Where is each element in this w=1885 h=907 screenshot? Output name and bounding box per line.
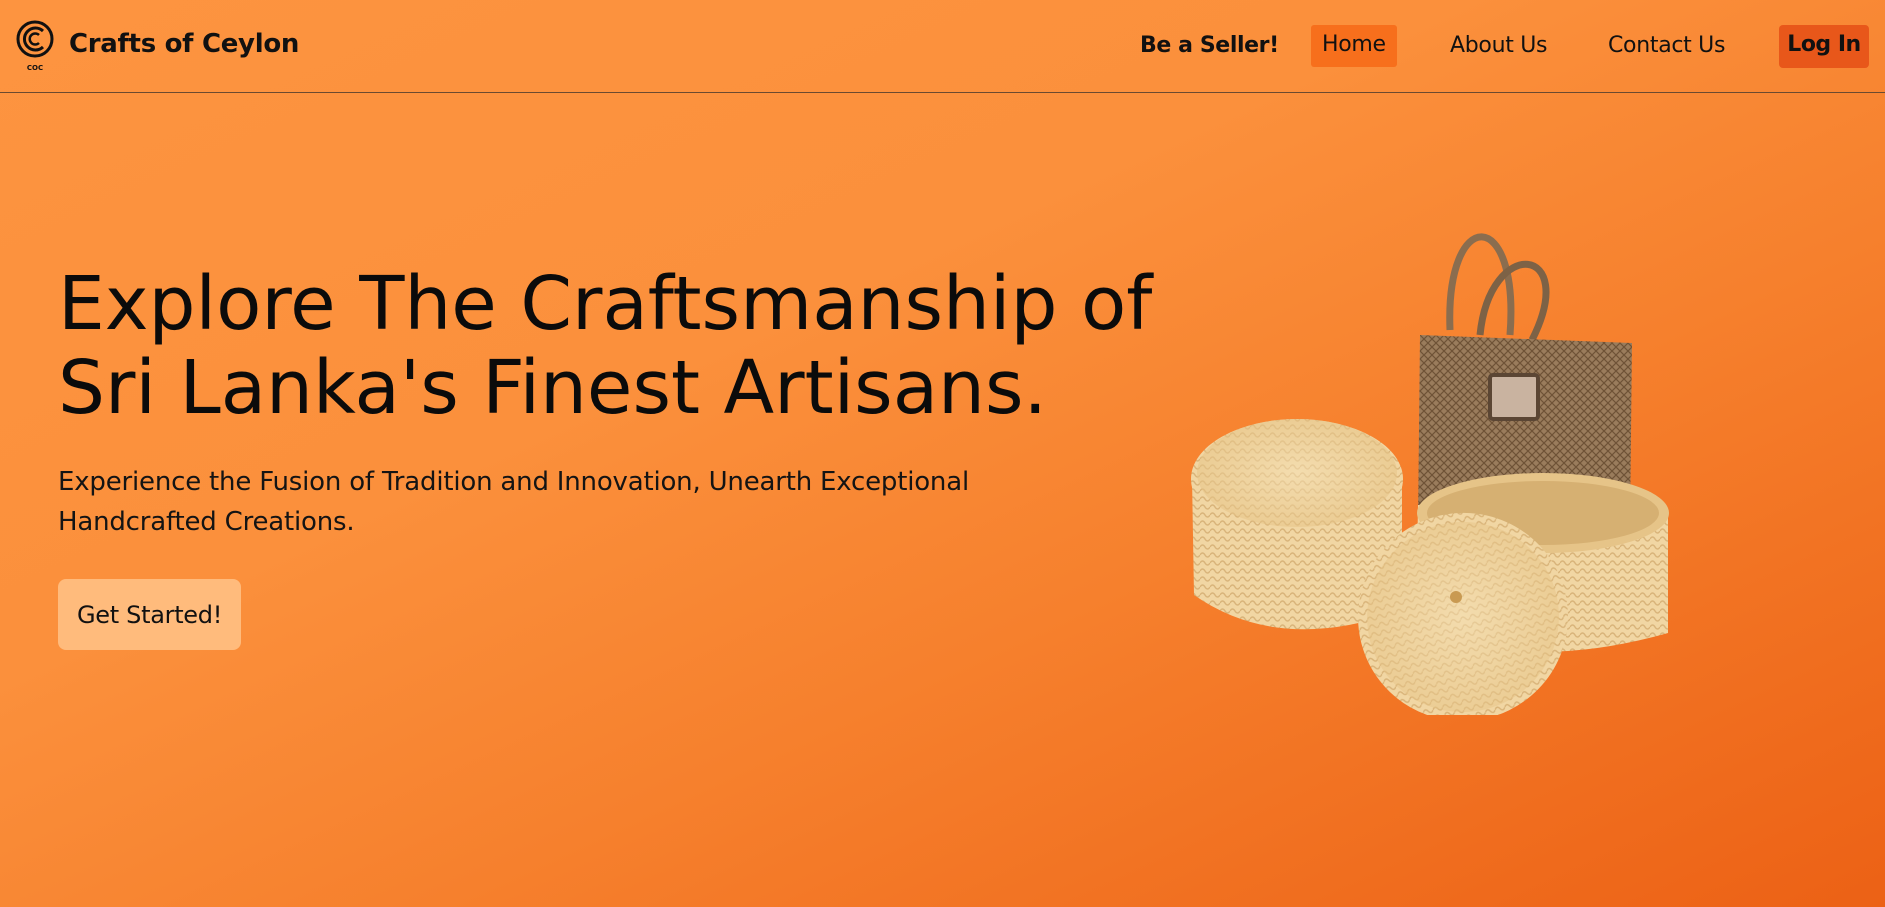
login-button[interactable]: Log In (1779, 25, 1869, 68)
hero-title-line-1: Explore The Craftsmanship of (58, 261, 1153, 347)
get-started-button[interactable]: Get Started! (58, 579, 241, 650)
hero-title-line-2: Sri Lanka's Finest Artisans. (58, 345, 1048, 431)
nav-home[interactable]: Home (1311, 25, 1397, 67)
site-header: COC Crafts of Ceylon Be a Seller! Home A… (0, 0, 1885, 93)
coc-logo-icon[interactable]: COC (14, 17, 56, 73)
hero-title: Explore The Craftsmanship of Sri Lanka's… (58, 262, 1208, 430)
nav-contact-us[interactable]: Contact Us (1608, 26, 1725, 66)
nav-be-a-seller[interactable]: Be a Seller! (1140, 26, 1279, 66)
brand-name[interactable]: Crafts of Ceylon (69, 29, 299, 59)
nav-about-us[interactable]: About Us (1450, 26, 1548, 66)
logo-text: COC (27, 64, 43, 72)
hero-subtitle-line-2: Handcrafted Creations. (58, 507, 355, 537)
hero-subtitle: Experience the Fusion of Tradition and I… (58, 462, 1018, 542)
hero-subtitle-line-1: Experience the Fusion of Tradition and I… (58, 467, 969, 497)
woven-baskets-image (1180, 215, 1680, 722)
